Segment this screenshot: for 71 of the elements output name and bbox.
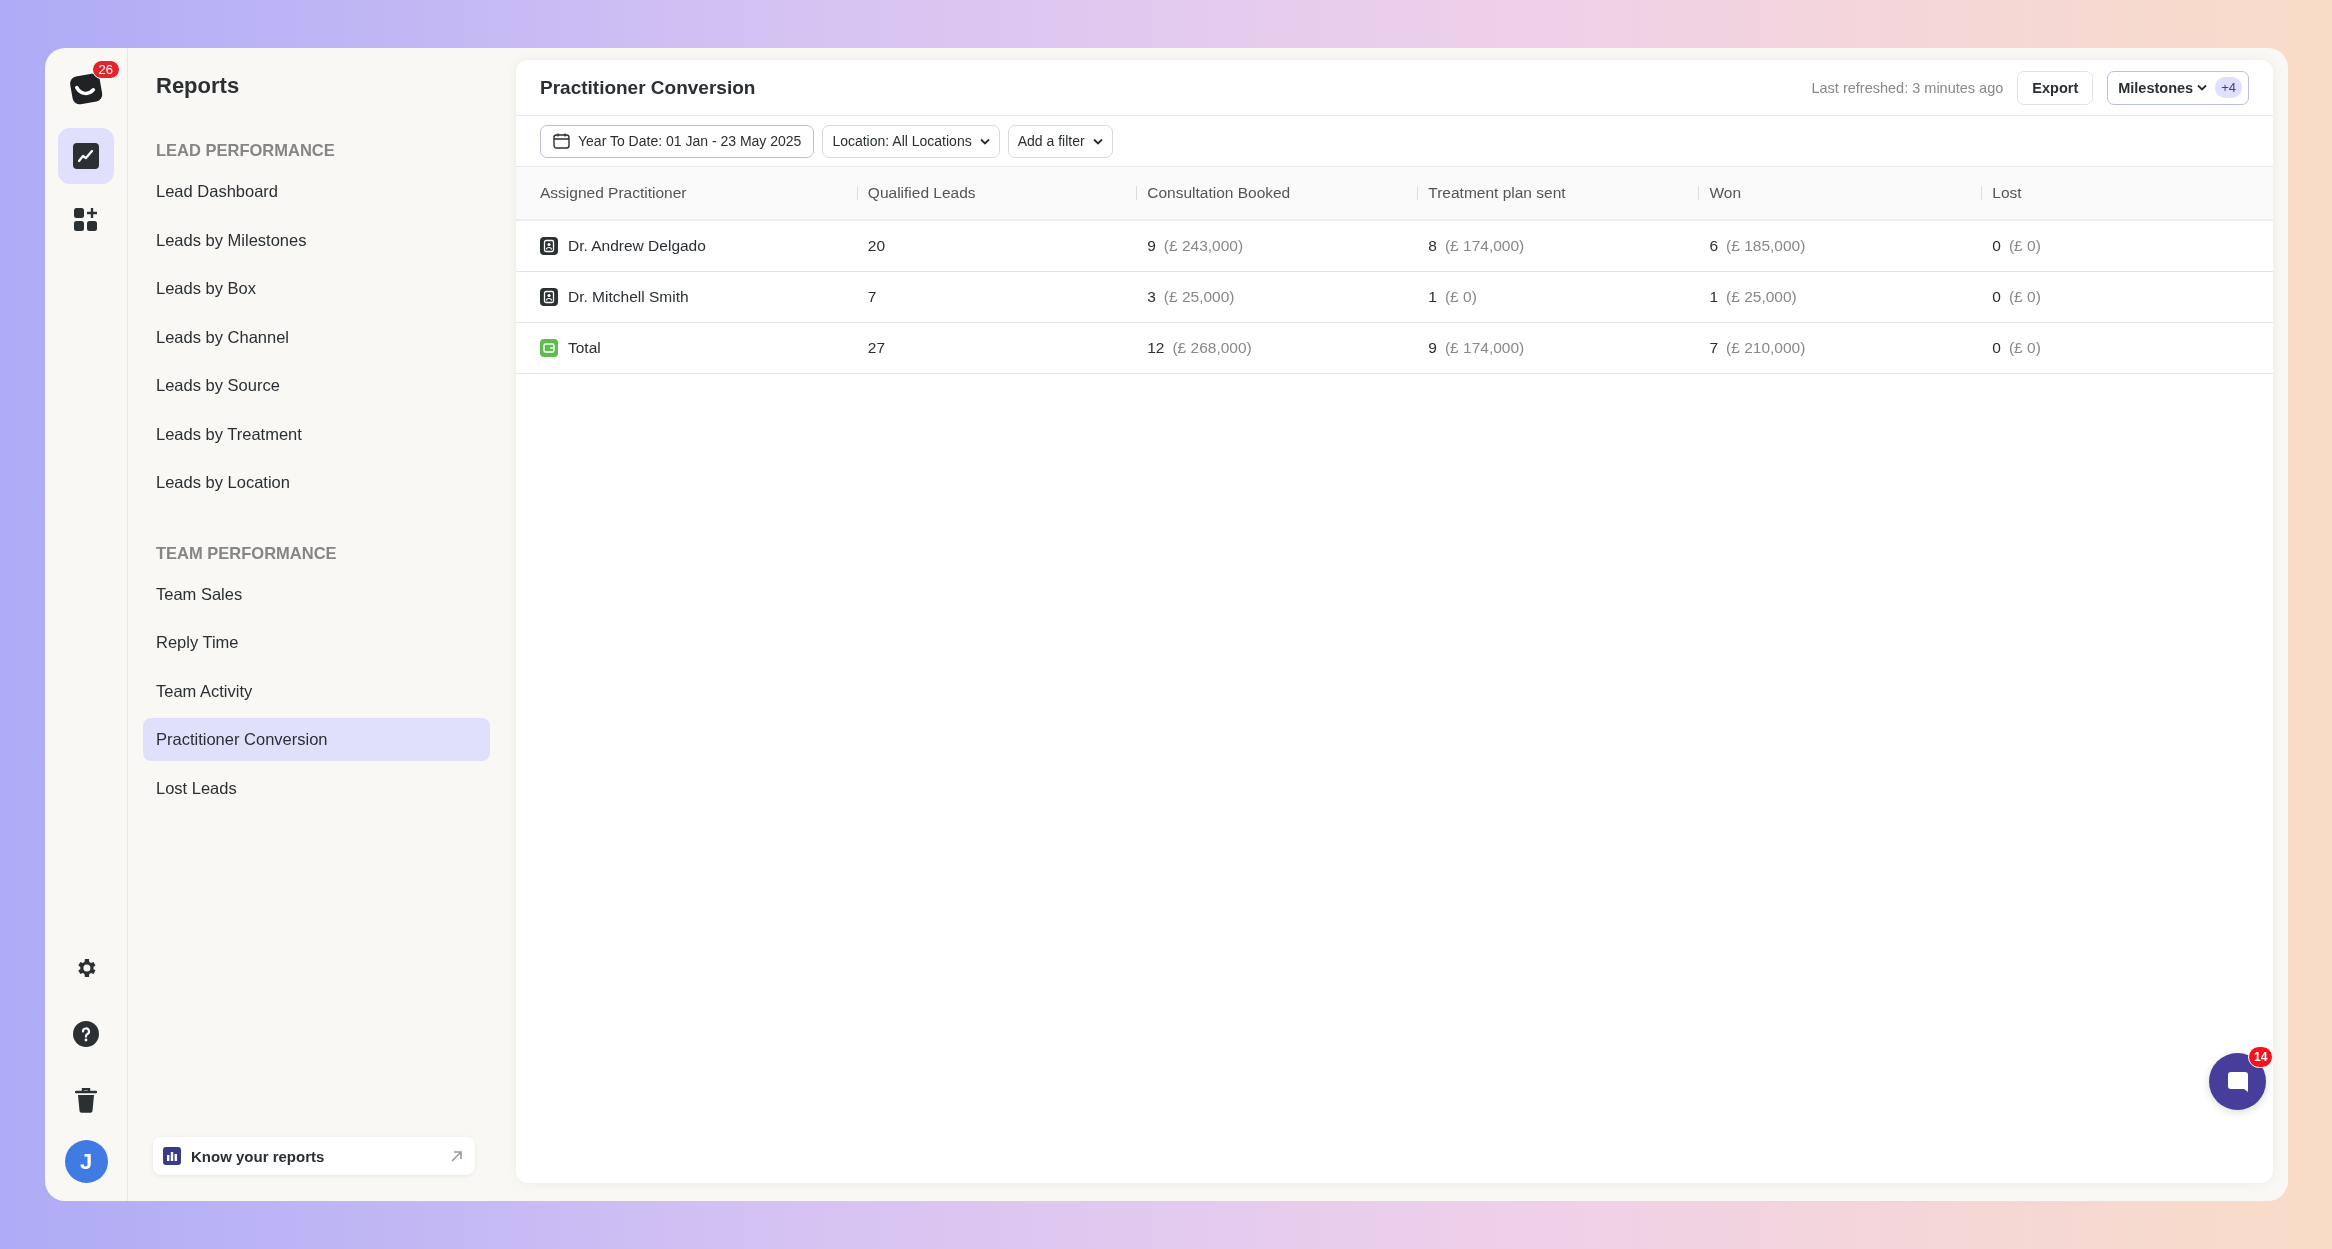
chat-icon [2225, 1069, 2250, 1094]
sidebar-item[interactable]: Leads by Treatment [143, 412, 490, 456]
count-badge: +4 [2215, 77, 2242, 98]
user-avatar[interactable]: J [64, 1140, 108, 1183]
id-card-icon [540, 288, 558, 306]
sidebar-item[interactable]: Lead Dashboard [143, 170, 490, 213]
notification-badge: 26 [91, 60, 120, 79]
sidebar-item[interactable]: Leads by Source [143, 364, 490, 407]
sidebar-item[interactable]: Team Activity [143, 669, 490, 713]
amount-text: (£ 210,000) [1726, 339, 1806, 356]
arrow-up-right-icon [450, 1149, 463, 1163]
table-cell: 3 [1147, 288, 1156, 305]
bar-chart-icon [163, 1147, 181, 1165]
table-cell: 12 [1147, 339, 1165, 356]
table-cell: 27 [867, 339, 886, 356]
help-icon [73, 1021, 99, 1047]
calendar-icon [553, 133, 570, 149]
practitioner-name: Total [568, 339, 601, 357]
table-cell: 0 [1992, 237, 2001, 254]
amount-text: (£ 243,000) [1163, 237, 1244, 254]
trash-icon [75, 1087, 97, 1113]
table-cell: 7 [1709, 339, 1719, 356]
sidebar-item[interactable]: Practitioner Conversion [143, 718, 490, 761]
sidebar-item[interactable]: Leads by Channel [143, 315, 490, 359]
wallet-icon [540, 339, 558, 357]
add-widget-icon [73, 207, 99, 233]
export-button[interactable]: Export [2017, 70, 2094, 105]
filter-dropdown[interactable]: Add a filter [1007, 124, 1113, 158]
amount-text: (£ 25,000) [1726, 288, 1797, 305]
section-heading: LEAD PERFORMANCE [155, 141, 336, 160]
sidebar-item[interactable]: Team Sales [143, 572, 490, 616]
date-range-filter[interactable]: Year To Date: 01 Jan - 23 May 2025 [540, 124, 815, 158]
table-cell: 0 [1992, 339, 2001, 356]
chevron-down-icon [979, 137, 990, 145]
practitioner-name: Dr. Andrew Delgado [568, 237, 706, 255]
id-card-icon [540, 237, 558, 255]
sidebar-title: Reports [155, 73, 241, 99]
table-cell: 8 [1428, 237, 1437, 254]
amount-text: (£ 185,000) [1726, 237, 1806, 254]
section-heading: TEAM PERFORMANCE [155, 543, 338, 563]
amount-text: (£ 174,000) [1444, 339, 1525, 356]
sidebar-item[interactable]: Leads by Location [143, 461, 490, 504]
amount-text: (£ 0) [2008, 288, 2041, 305]
table-cell: 7 [867, 288, 877, 305]
table-cell: 1 [1709, 288, 1719, 305]
table-cell: 20 [867, 237, 886, 254]
sidebar-item[interactable]: Lost Leads [143, 766, 490, 810]
amount-text: (£ 268,000) [1172, 339, 1252, 356]
nav-button[interactable] [58, 128, 114, 184]
sidebar-item[interactable]: Leads by Milestones [143, 218, 490, 262]
chevron-down-icon [1092, 137, 1103, 145]
know-reports-link[interactable]: Know your reports [153, 1137, 475, 1175]
amount-text: (£ 0) [1444, 288, 1477, 305]
table-cell: 9 [1147, 237, 1156, 254]
chevron-down-icon [2197, 84, 2208, 91]
amount-text: (£ 25,000) [1163, 288, 1235, 305]
amount-text: (£ 174,000) [1444, 237, 1525, 254]
amount-text: (£ 0) [2008, 237, 2041, 254]
sidebar-item[interactable]: Leads by Box [143, 267, 490, 310]
practitioner-name: Dr. Mitchell Smith [568, 288, 689, 306]
report-title: Practitioner Conversion [540, 76, 757, 99]
sidebar-item[interactable]: Reply Time [143, 621, 490, 664]
line-chart-icon [72, 142, 100, 170]
filter-dropdown[interactable]: Location: All Locations [822, 124, 1000, 158]
last-refreshed-text: Last refreshed: 3 minutes ago [1811, 79, 2004, 96]
table-cell: 9 [1428, 339, 1437, 356]
table-cell: 6 [1709, 237, 1719, 254]
table-cell: 0 [1992, 288, 2001, 305]
milestones-dropdown[interactable]: Milestones +4 [2107, 70, 2249, 105]
amount-text: (£ 0) [2008, 339, 2041, 356]
table-cell: 1 [1428, 288, 1437, 305]
